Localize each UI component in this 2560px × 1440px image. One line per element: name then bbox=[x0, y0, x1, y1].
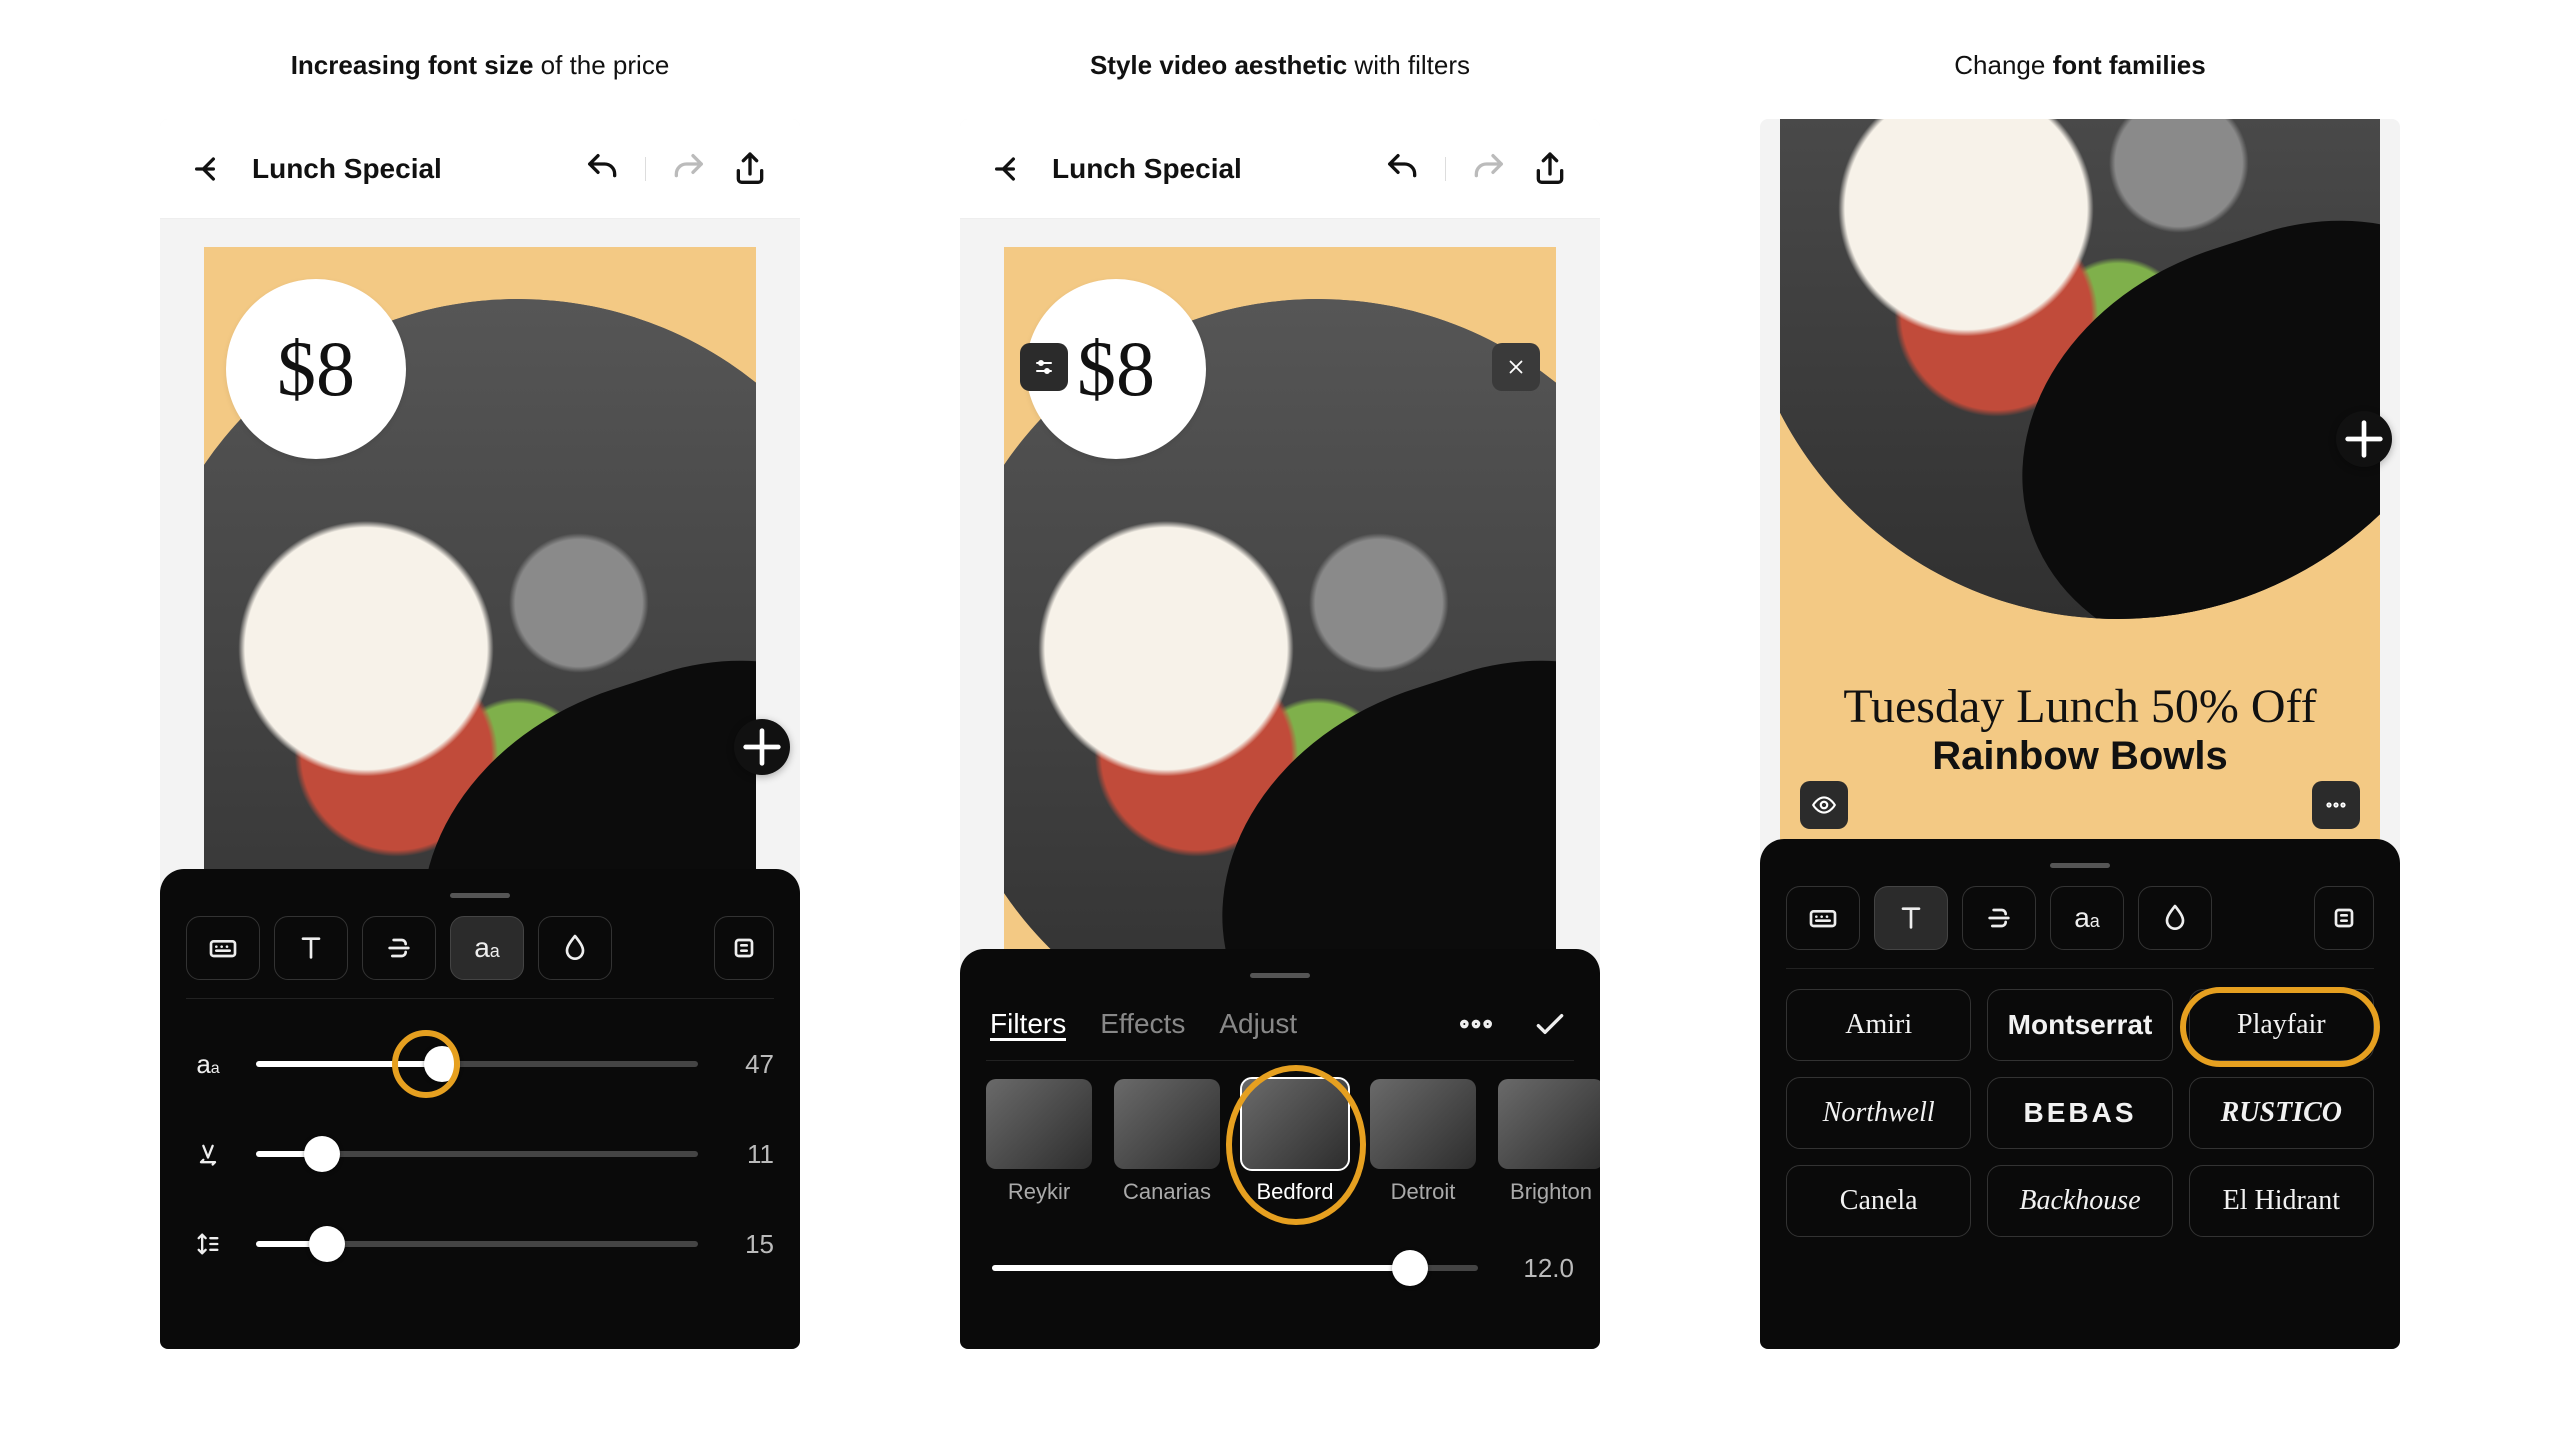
tab-effects[interactable]: Effects bbox=[1100, 1008, 1185, 1040]
filter-item[interactable]: Brighton bbox=[1498, 1079, 1600, 1205]
text-icon[interactable] bbox=[274, 916, 348, 980]
separator bbox=[645, 157, 646, 181]
caption-3: Change font families bbox=[1954, 50, 2205, 81]
filter-item[interactable]: Canarias bbox=[1114, 1079, 1220, 1205]
slider-filter-strength[interactable]: 12.0 bbox=[986, 1223, 1574, 1313]
redo-icon bbox=[1468, 149, 1508, 189]
promo-text[interactable]: Tuesday Lunch 50% Off Rainbow Bowls bbox=[1760, 679, 2400, 779]
add-button[interactable] bbox=[2336, 411, 2392, 467]
food-image bbox=[1780, 119, 2380, 619]
font-chip[interactable]: Amiri bbox=[1786, 989, 1971, 1061]
font-chip[interactable]: Northwell bbox=[1786, 1077, 1971, 1149]
lineheight-label-icon bbox=[186, 1230, 230, 1258]
apply-check-icon[interactable] bbox=[1530, 1004, 1570, 1044]
fontsize-icon[interactable]: aa bbox=[2050, 886, 2124, 950]
redo-icon bbox=[668, 149, 708, 189]
tab-adjust[interactable]: Adjust bbox=[1219, 1008, 1297, 1040]
strikethrough-icon[interactable] bbox=[1962, 886, 2036, 950]
strikethrough-icon[interactable] bbox=[362, 916, 436, 980]
sheet-grip[interactable] bbox=[450, 893, 510, 898]
project-title: Lunch Special bbox=[1052, 153, 1361, 185]
add-button[interactable] bbox=[734, 719, 790, 775]
lineheight-value: 15 bbox=[724, 1229, 774, 1260]
slider-lineheight[interactable]: 15 bbox=[186, 1199, 774, 1289]
price-badge[interactable]: $8 bbox=[226, 279, 406, 459]
color-drop-icon[interactable] bbox=[2138, 886, 2212, 950]
filter-item[interactable]: Reykir bbox=[986, 1079, 1092, 1205]
text-toolrow: aa bbox=[186, 916, 774, 999]
back-icon[interactable] bbox=[190, 149, 230, 189]
caption-2: Style video aesthetic with filters bbox=[1090, 50, 1470, 81]
text-align-icon[interactable] bbox=[2314, 886, 2374, 950]
slider-letterspacing[interactable]: 11 bbox=[186, 1109, 774, 1199]
undo-icon[interactable] bbox=[1383, 149, 1423, 189]
letterspacing-value: 11 bbox=[724, 1139, 774, 1170]
text-align-icon[interactable] bbox=[714, 916, 774, 980]
project-title: Lunch Special bbox=[252, 153, 561, 185]
promo-line1: Tuesday Lunch 50% Off bbox=[1760, 679, 2400, 734]
sheet-grip[interactable] bbox=[1250, 973, 1310, 978]
appbar: Lunch Special bbox=[160, 119, 800, 219]
keyboard-icon[interactable] bbox=[186, 916, 260, 980]
font-sheet: aa Amiri Montserrat Playfair Northwell bbox=[1760, 839, 2400, 1349]
font-chip[interactable]: Playfair bbox=[2189, 989, 2374, 1061]
font-chip[interactable]: Canela bbox=[1786, 1165, 1971, 1237]
font-grid: Amiri Montserrat Playfair Northwell BEBA… bbox=[1786, 989, 2374, 1237]
color-drop-icon[interactable] bbox=[538, 916, 612, 980]
sheet-grip[interactable] bbox=[2050, 863, 2110, 868]
adjust-handle-icon[interactable] bbox=[1020, 343, 1068, 391]
font-chip[interactable]: El Hidrant bbox=[2189, 1165, 2374, 1237]
preview-eye-icon[interactable] bbox=[1800, 781, 1848, 829]
fontsize-value: 47 bbox=[724, 1049, 774, 1080]
promo-line2: Rainbow Bowls bbox=[1760, 734, 2400, 779]
undo-icon[interactable] bbox=[583, 149, 623, 189]
keyboard-icon[interactable] bbox=[1786, 886, 1860, 950]
close-icon[interactable] bbox=[1492, 343, 1540, 391]
text-style-sheet: aa aa 47 bbox=[160, 869, 800, 1349]
letterspacing-label-icon bbox=[186, 1140, 230, 1168]
font-chip[interactable]: BEBAS bbox=[1987, 1077, 2172, 1149]
fontsize-icon[interactable]: aa bbox=[450, 916, 524, 980]
filter-item[interactable]: Detroit bbox=[1370, 1079, 1476, 1205]
font-chip[interactable]: RUSTICO bbox=[2189, 1077, 2374, 1149]
phone-filters: Lunch Special $8 bbox=[960, 119, 1600, 1349]
more-icon[interactable] bbox=[2312, 781, 2360, 829]
filter-tabs: Filters Effects Adjust bbox=[986, 996, 1574, 1061]
slider-fontsize[interactable]: aa 47 bbox=[186, 1019, 774, 1109]
share-icon[interactable] bbox=[1530, 149, 1570, 189]
tab-filters[interactable]: Filters bbox=[990, 1008, 1066, 1040]
more-icon[interactable] bbox=[1456, 1004, 1496, 1044]
text-icon[interactable] bbox=[1874, 886, 1948, 950]
appbar: Lunch Special bbox=[960, 119, 1600, 219]
filter-strength-value: 12.0 bbox=[1504, 1253, 1574, 1284]
phone-fonts: Tuesday Lunch 50% Off Rainbow Bowls bbox=[1760, 119, 2400, 1349]
share-icon[interactable] bbox=[730, 149, 770, 189]
filter-filmstrip: Reykir Canarias Bedford Detroit Brighton bbox=[986, 1079, 1574, 1205]
text-toolrow: aa bbox=[1786, 886, 2374, 969]
phone-fontsize: Lunch Special $8 bbox=[160, 119, 800, 1349]
separator bbox=[1445, 157, 1446, 181]
filter-item-selected[interactable]: Bedford bbox=[1242, 1079, 1348, 1205]
back-icon[interactable] bbox=[990, 149, 1030, 189]
font-chip[interactable]: Backhouse bbox=[1987, 1165, 2172, 1237]
fontsize-label-icon: aa bbox=[186, 1049, 230, 1080]
caption-1: Increasing font size of the price bbox=[291, 50, 670, 81]
font-chip[interactable]: Montserrat bbox=[1987, 989, 2172, 1061]
filter-sheet: Filters Effects Adjust bbox=[960, 949, 1600, 1349]
